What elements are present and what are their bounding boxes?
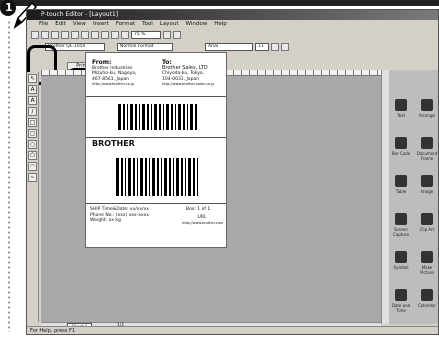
zoom-in-icon[interactable] bbox=[163, 31, 171, 39]
right-panel: Text Arrange Bar Code Document Frame Tab… bbox=[389, 70, 438, 324]
frame-icon bbox=[421, 137, 433, 149]
dotted-margin bbox=[8, 20, 10, 332]
box-count: Box: 1 of 1 bbox=[186, 207, 211, 212]
select-arrow-icon[interactable]: ↖ bbox=[28, 74, 37, 83]
clipart-icon bbox=[421, 213, 433, 225]
to-block: To: Brother Sales, LTD Chiyoda-ku, Tokyo… bbox=[162, 59, 215, 86]
menu-insert[interactable]: Insert bbox=[93, 20, 109, 29]
menu-format[interactable]: Format bbox=[116, 20, 135, 29]
from-block: From: Brother Industries Mizuho-ku, Nago… bbox=[92, 59, 137, 86]
text-icon bbox=[395, 99, 407, 111]
rectangle-icon[interactable]: □ bbox=[28, 118, 37, 127]
panel-image-button[interactable]: Image bbox=[415, 172, 438, 202]
undo-icon[interactable] bbox=[101, 31, 109, 39]
panel-clipart-button[interactable]: Clip Art bbox=[415, 210, 438, 240]
standard-toolbar: 75 % bbox=[31, 30, 181, 40]
top-border bbox=[0, 0, 439, 6]
open-icon[interactable] bbox=[41, 31, 49, 39]
panel-capture-button[interactable]: Screen Capture bbox=[389, 210, 413, 240]
image-icon bbox=[421, 175, 433, 187]
zoom-out-icon[interactable] bbox=[173, 31, 181, 39]
polygon-icon[interactable]: ⬠ bbox=[28, 151, 37, 160]
copy-icon[interactable] bbox=[81, 31, 89, 39]
menu-view[interactable]: View bbox=[73, 20, 86, 29]
calendar-icon bbox=[421, 289, 433, 301]
panel-table-button[interactable]: Table bbox=[389, 172, 413, 202]
zoom-select[interactable]: 75 % bbox=[131, 31, 161, 39]
panel-datetime-button[interactable]: Date and Time bbox=[389, 286, 413, 316]
save-icon[interactable] bbox=[51, 31, 59, 39]
menu-file[interactable]: File bbox=[39, 20, 48, 29]
paste-icon[interactable] bbox=[91, 31, 99, 39]
property-toolbar: Brother QL-1050 Normal Format Arial 11 bbox=[45, 42, 289, 52]
text-tool-icon[interactable] bbox=[121, 31, 129, 39]
arc-icon[interactable]: ◠ bbox=[28, 162, 37, 171]
url-block: URL http://www.brother.com bbox=[182, 215, 224, 225]
menu-bar: File Edit View Insert Format Tool Layout… bbox=[27, 20, 438, 29]
shipping-details: SHIP Time&Date: xx/xx/xx Phone No.: (xxx… bbox=[90, 207, 149, 223]
arrange-icon bbox=[421, 99, 433, 111]
grow-font-icon[interactable] bbox=[271, 43, 279, 51]
window-title: P-touch Editor - [Layout1] bbox=[27, 10, 438, 20]
panel-frame-button[interactable]: Document Frame bbox=[415, 134, 438, 164]
datetime-icon bbox=[395, 289, 407, 301]
line-icon[interactable]: / bbox=[28, 107, 37, 116]
cut-icon[interactable] bbox=[71, 31, 79, 39]
menu-layout[interactable]: Layout bbox=[160, 20, 179, 29]
panel-calendar-button[interactable]: Calendar bbox=[415, 286, 438, 316]
status-bar: For Help, press F1 bbox=[27, 326, 438, 334]
panel-symbol-button[interactable]: Symbol bbox=[389, 248, 413, 278]
draw-toolbar: ↖ A A / □ ▢ ○ ⬠ ◠ ~ bbox=[27, 72, 39, 322]
app-window: P-touch Editor - [Layout1] File Edit Vie… bbox=[26, 9, 439, 335]
barcode-icon bbox=[395, 137, 407, 149]
company-name: BROTHER bbox=[92, 139, 135, 148]
picture-icon bbox=[421, 251, 433, 263]
rounded-rect-icon[interactable]: ▢ bbox=[28, 129, 37, 138]
shrink-font-icon[interactable] bbox=[281, 43, 289, 51]
label-canvas[interactable]: From: Brother Industries Mizuho-ku, Nago… bbox=[85, 52, 227, 248]
vertical-text-icon[interactable]: A bbox=[28, 96, 37, 105]
ellipse-icon[interactable]: ○ bbox=[28, 140, 37, 149]
vertical-scrollbar[interactable] bbox=[381, 70, 389, 324]
view-mode-select[interactable]: Normal Format bbox=[117, 43, 173, 51]
menu-edit[interactable]: Edit bbox=[55, 20, 66, 29]
panel-picture-button[interactable]: Make Picture bbox=[415, 248, 438, 278]
panel-barcode-button[interactable]: Bar Code bbox=[389, 134, 413, 164]
panel-arrange-button[interactable]: Arrange bbox=[415, 96, 438, 126]
redo-icon[interactable] bbox=[111, 31, 119, 39]
capture-icon bbox=[395, 213, 407, 225]
print-preview-icon[interactable] bbox=[61, 31, 69, 39]
barcode-1[interactable] bbox=[116, 103, 198, 131]
curve-icon[interactable]: ~ bbox=[28, 173, 37, 182]
font-select[interactable]: Arial bbox=[205, 43, 253, 51]
menu-help[interactable]: Help bbox=[214, 20, 227, 29]
symbol-icon bbox=[395, 251, 407, 263]
menu-tool[interactable]: Tool bbox=[142, 20, 153, 29]
new-icon[interactable] bbox=[31, 31, 39, 39]
text-icon[interactable]: A bbox=[28, 85, 37, 94]
font-size-select[interactable]: 11 bbox=[255, 43, 269, 51]
barcode-2[interactable] bbox=[114, 157, 200, 197]
menu-window[interactable]: Window bbox=[186, 20, 208, 29]
table-icon bbox=[395, 175, 407, 187]
panel-text-button[interactable]: Text bbox=[389, 96, 413, 126]
